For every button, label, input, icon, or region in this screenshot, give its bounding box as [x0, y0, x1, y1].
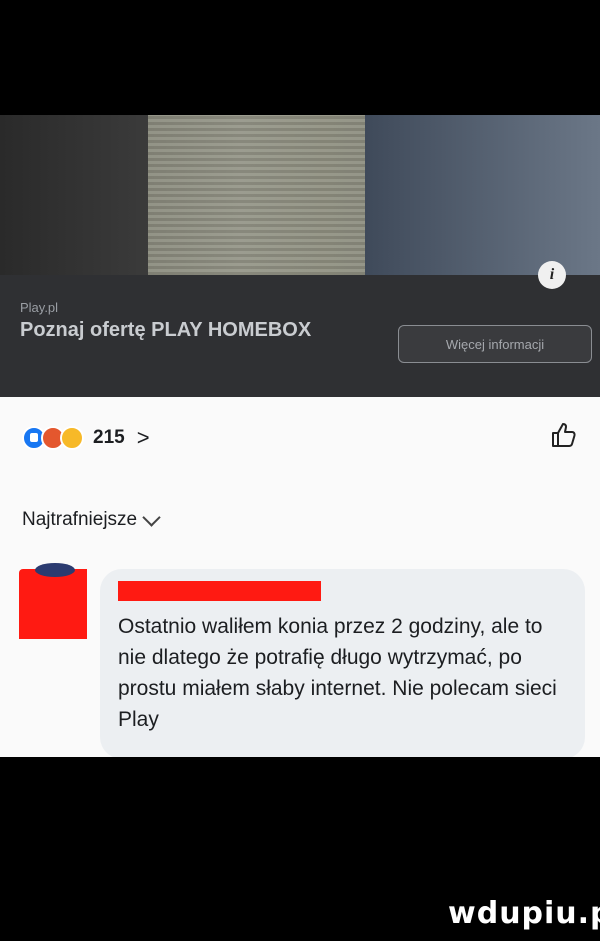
like-button-icon[interactable]	[550, 421, 578, 449]
ad-photo[interactable]	[0, 115, 600, 275]
chevron-down-icon	[142, 507, 161, 527]
sponsored-ad-card[interactable]: i Play.pl Poznaj ofertę PLAY HOMEBOX Wię…	[0, 115, 600, 397]
ad-photo-shirt	[148, 115, 378, 275]
ad-source: Play.pl	[20, 300, 59, 315]
avatar[interactable]	[19, 563, 87, 639]
comment-sort-dropdown[interactable]: Najtrafniejsze	[22, 507, 161, 531]
watermark: wdupiu.pl	[448, 896, 600, 931]
reaction-count: 215	[93, 427, 125, 448]
ad-photo-jacket	[365, 115, 600, 275]
chevron-right-icon: >	[136, 425, 150, 450]
sad-reaction-icon	[60, 426, 84, 450]
comments-panel: 215 > Najtrafniejsze Ostatnio waliłem ko…	[0, 397, 600, 759]
comment-text: Ostatnio waliłem konia przez 2 godziny, …	[118, 615, 557, 731]
reactions-summary[interactable]: 215 >	[22, 425, 150, 451]
redacted-author-name	[118, 581, 321, 601]
comment-bubble: Ostatnio waliłem konia przez 2 godziny, …	[100, 569, 585, 759]
info-icon[interactable]: i	[538, 261, 566, 289]
top-black-bar	[0, 0, 600, 115]
more-info-button[interactable]: Więcej informacji	[398, 325, 592, 363]
sort-label: Najtrafniejsze	[22, 509, 138, 530]
ad-title[interactable]: Poznaj ofertę PLAY HOMEBOX	[20, 318, 320, 343]
